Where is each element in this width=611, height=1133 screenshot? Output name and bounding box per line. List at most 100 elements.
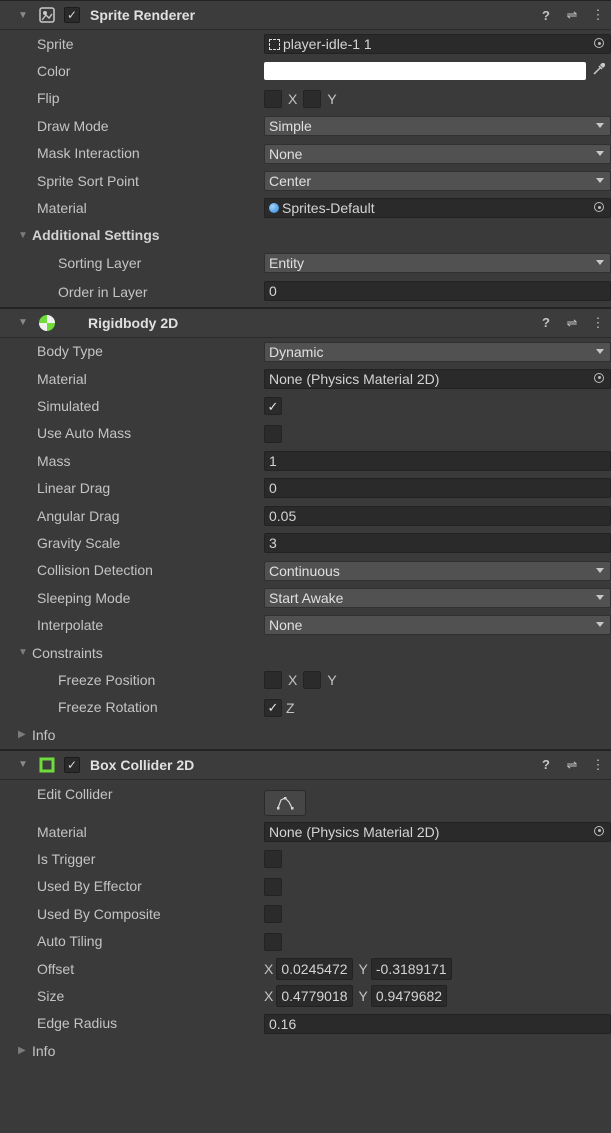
simulated-wrap: ✓ bbox=[264, 396, 611, 416]
interpolate-dropdown[interactable]: None bbox=[264, 615, 611, 636]
box-collider-enabled-checkbox[interactable]: ✓ bbox=[64, 756, 80, 773]
flip-x-checkbox[interactable] bbox=[264, 89, 282, 108]
help-icon[interactable]: ? bbox=[539, 8, 553, 23]
rigidbody-icon bbox=[38, 314, 56, 332]
chevron-down-icon bbox=[596, 595, 604, 601]
simulated-checkbox[interactable]: ✓ bbox=[264, 397, 282, 416]
presets-icon[interactable]: ⇌ bbox=[565, 315, 579, 331]
order-in-layer-row: Order in Layer 0 bbox=[0, 277, 611, 307]
constraints-label: Constraints bbox=[32, 644, 103, 661]
collision-detection-dropdown[interactable]: Continuous bbox=[264, 560, 611, 581]
color-swatch[interactable] bbox=[264, 62, 586, 81]
sleeping-mode-row: Sleeping Mode Start Awake bbox=[0, 584, 611, 611]
rb-material-field[interactable]: None (Physics Material 2D) bbox=[264, 368, 611, 389]
mask-interaction-dropdown[interactable]: None bbox=[264, 143, 611, 164]
edge-radius-value: 0.16 bbox=[269, 1015, 297, 1032]
presets-icon[interactable]: ⇌ bbox=[565, 7, 579, 23]
object-picker-icon[interactable] bbox=[594, 825, 604, 836]
color-label: Color bbox=[37, 63, 71, 80]
used-by-effector-checkbox[interactable] bbox=[264, 877, 282, 896]
is-trigger-row: Is Trigger bbox=[0, 845, 611, 872]
chevron-down-icon bbox=[596, 177, 604, 183]
menu-icon[interactable]: ⋮ bbox=[591, 315, 605, 331]
freeze-pos-y-checkbox[interactable] bbox=[303, 671, 322, 690]
rb-material-label: Material bbox=[37, 370, 87, 387]
freeze-rot-z-checkbox[interactable]: ✓ bbox=[264, 698, 282, 717]
draw-mode-dropdown[interactable]: Simple bbox=[264, 116, 611, 137]
sort-point-dropdown[interactable]: Center bbox=[264, 170, 611, 191]
sorting-layer-label: Sorting Layer bbox=[58, 254, 142, 271]
sprite-label: Sprite bbox=[37, 35, 74, 52]
fold-arrow-icon[interactable]: ▼ bbox=[18, 759, 28, 770]
fold-arrow-icon[interactable]: ▼ bbox=[18, 317, 28, 328]
body-type-row: Body Type Dynamic bbox=[0, 338, 611, 365]
linear-drag-input[interactable]: 0 bbox=[264, 478, 611, 499]
angular-drag-input[interactable]: 0.05 bbox=[264, 505, 611, 526]
used-by-composite-checkbox[interactable] bbox=[264, 905, 282, 924]
color-row: Color bbox=[0, 57, 611, 84]
rb-material-row: Material None (Physics Material 2D) bbox=[0, 365, 611, 392]
size-label: Size bbox=[37, 988, 65, 1005]
menu-icon[interactable]: ⋮ bbox=[591, 757, 605, 773]
rigidbody-header[interactable]: ▼ Rigidbody 2D ? ⇌ ⋮ bbox=[0, 307, 611, 338]
eyedropper-icon[interactable] bbox=[593, 62, 607, 78]
edit-collider-button[interactable] bbox=[264, 789, 306, 816]
sorting-layer-dropdown[interactable]: Entity bbox=[264, 253, 611, 274]
offset-y-input[interactable]: -0.3189171 bbox=[370, 957, 452, 980]
order-in-layer-label: Order in Layer bbox=[58, 283, 148, 300]
bc-material-field[interactable]: None (Physics Material 2D) bbox=[264, 821, 611, 842]
edge-radius-input[interactable]: 0.16 bbox=[264, 1013, 611, 1034]
object-picker-icon[interactable] bbox=[594, 202, 604, 213]
freeze-pos-x-checkbox[interactable] bbox=[264, 671, 282, 690]
fold-arrow-icon[interactable]: ▼ bbox=[18, 647, 32, 658]
sprite-renderer-header[interactable]: ▼ ✓ Sprite Renderer ? ⇌ ⋮ bbox=[0, 0, 611, 30]
body-type-dropdown[interactable]: Dynamic bbox=[264, 341, 611, 362]
interpolate-label: Interpolate bbox=[37, 617, 104, 634]
mass-row: Mass 1 bbox=[0, 447, 611, 474]
sleeping-mode-dropdown[interactable]: Start Awake bbox=[264, 588, 611, 609]
auto-mass-checkbox[interactable] bbox=[264, 424, 282, 443]
sorting-layer-value: Entity bbox=[269, 255, 305, 272]
constraints-row[interactable]: ▼ Constraints bbox=[0, 639, 611, 666]
object-picker-icon[interactable] bbox=[594, 372, 604, 383]
is-trigger-checkbox[interactable] bbox=[264, 850, 282, 869]
linear-drag-value: 0 bbox=[269, 480, 277, 497]
gravity-scale-input[interactable]: 3 bbox=[264, 533, 611, 554]
offset-y-label: Y bbox=[358, 960, 368, 977]
order-in-layer-input[interactable]: 0 bbox=[264, 280, 611, 301]
sprite-field[interactable]: player-idle-1 1 bbox=[264, 34, 611, 54]
edit-collider-row: Edit Collider bbox=[0, 780, 611, 818]
flip-y-checkbox[interactable] bbox=[303, 89, 322, 108]
fold-arrow-icon[interactable]: ▼ bbox=[18, 230, 32, 241]
sprite-renderer-enabled-checkbox[interactable]: ✓ bbox=[64, 7, 80, 23]
freeze-position-toggles: X Y bbox=[264, 670, 611, 690]
interpolate-row: Interpolate None bbox=[0, 611, 611, 638]
offset-x-input[interactable]: 0.0245472 bbox=[276, 957, 353, 980]
collision-detection-row: Collision Detection Continuous bbox=[0, 557, 611, 584]
flip-x-label: X bbox=[288, 90, 298, 107]
bc-info-row[interactable]: ▶ Info bbox=[0, 1037, 611, 1064]
rb-info-row[interactable]: ▶ Info bbox=[0, 721, 611, 749]
object-picker-icon[interactable] bbox=[594, 38, 604, 48]
sleeping-mode-label: Sleeping Mode bbox=[37, 589, 131, 606]
help-icon[interactable]: ? bbox=[539, 315, 553, 330]
is-trigger-wrap bbox=[264, 849, 611, 869]
sr-material-field[interactable]: Sprites-Default bbox=[264, 198, 611, 219]
help-icon[interactable]: ? bbox=[539, 757, 553, 772]
offset-row: Offset X 0.0245472 Y -0.3189171 bbox=[0, 955, 611, 982]
additional-settings-foldout: ▼ Additional Settings bbox=[18, 227, 160, 243]
size-x-input[interactable]: 0.4779018 bbox=[276, 985, 353, 1008]
sr-material-value: Sprites-Default bbox=[282, 200, 375, 217]
additional-settings-row[interactable]: ▼ Additional Settings bbox=[0, 222, 611, 249]
fold-arrow-right-icon[interactable]: ▶ bbox=[18, 1045, 32, 1056]
box-collider-icon bbox=[38, 756, 56, 774]
fold-arrow-right-icon[interactable]: ▶ bbox=[18, 729, 32, 740]
box-collider-header[interactable]: ▼ ✓ Box Collider 2D ? ⇌ ⋮ bbox=[0, 749, 611, 780]
chevron-down-icon bbox=[596, 150, 604, 156]
menu-icon[interactable]: ⋮ bbox=[591, 7, 605, 23]
auto-tiling-checkbox[interactable] bbox=[264, 932, 282, 951]
fold-arrow-icon[interactable]: ▼ bbox=[18, 10, 28, 21]
mass-input[interactable]: 1 bbox=[264, 451, 611, 472]
presets-icon[interactable]: ⇌ bbox=[565, 757, 579, 773]
size-y-input[interactable]: 0.9479682 bbox=[370, 985, 448, 1008]
